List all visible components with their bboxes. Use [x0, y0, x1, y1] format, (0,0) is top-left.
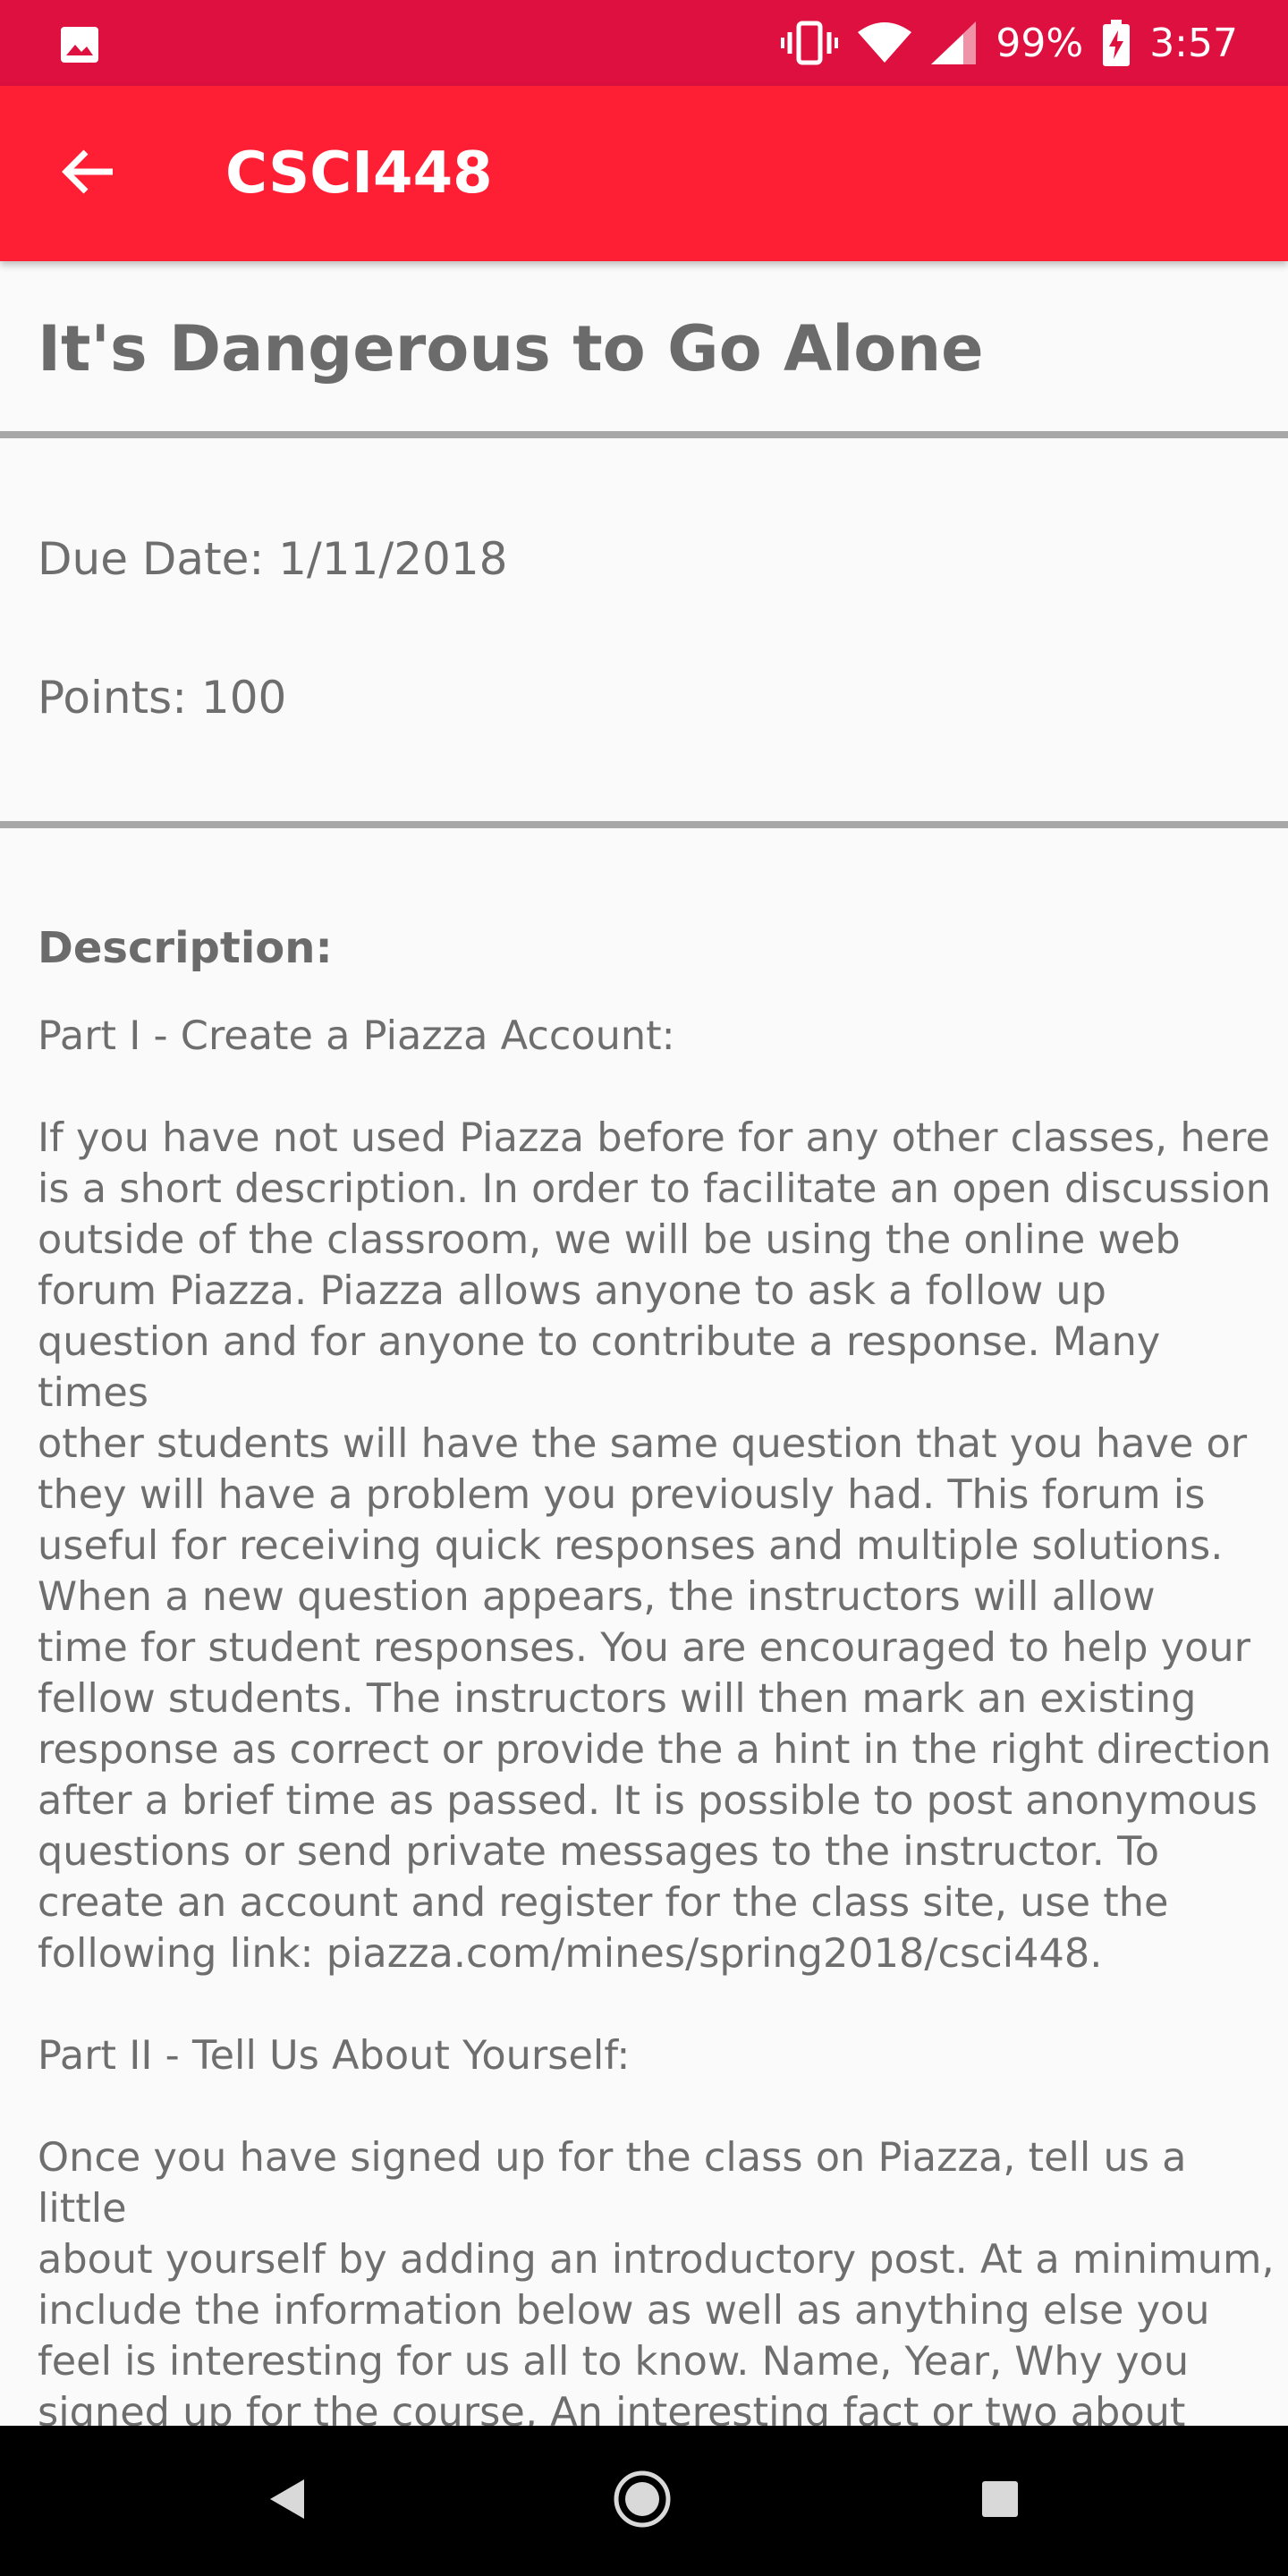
recents-square-icon [980, 2479, 1020, 2522]
description-heading: Description: [38, 923, 333, 973]
vibrate-icon [781, 20, 839, 66]
navigation-bar [0, 2426, 1288, 2576]
wifi-icon [858, 21, 912, 64]
description-body: Part I - Create a Piazza Account: If you… [38, 1011, 1281, 2426]
description-paragraph: Once you have signed up for the class on… [38, 2134, 1275, 2426]
image-icon [59, 25, 100, 64]
home-circle-icon [613, 2470, 672, 2532]
app-title: CSCI448 [225, 140, 493, 207]
due-date: Due Date: 1/11/2018 [38, 533, 508, 585]
divider [0, 431, 1288, 438]
divider [0, 821, 1288, 828]
arrow-back-icon [61, 148, 114, 199]
back-button[interactable] [45, 131, 131, 216]
app-bar: CSCI448 [0, 86, 1288, 261]
nav-recents-button[interactable] [955, 2456, 1045, 2546]
battery-charging-icon [1103, 20, 1131, 66]
battery-percent: 99% [996, 20, 1084, 66]
description-paragraph: If you have not used Piazza before for a… [38, 1114, 1272, 1977]
back-triangle-icon [267, 2478, 306, 2524]
description-paragraph: Part II - Tell Us About Yourself: [38, 2032, 631, 2079]
status-bar: 99% 3:57 [0, 0, 1288, 86]
nav-back-button[interactable] [242, 2456, 331, 2546]
status-indicators: 99% 3:57 [781, 0, 1238, 86]
points: Points: 100 [38, 672, 287, 724]
description-scroll-area[interactable]: Part I - Create a Piazza Account: If you… [0, 1011, 1288, 2426]
clock: 3:57 [1149, 20, 1238, 66]
signal-icon [931, 21, 977, 64]
description-paragraph: Part I - Create a Piazza Account: [38, 1013, 675, 1059]
nav-home-button[interactable] [597, 2456, 687, 2546]
assignment-title: It's Dangerous to Go Alone [38, 312, 984, 386]
